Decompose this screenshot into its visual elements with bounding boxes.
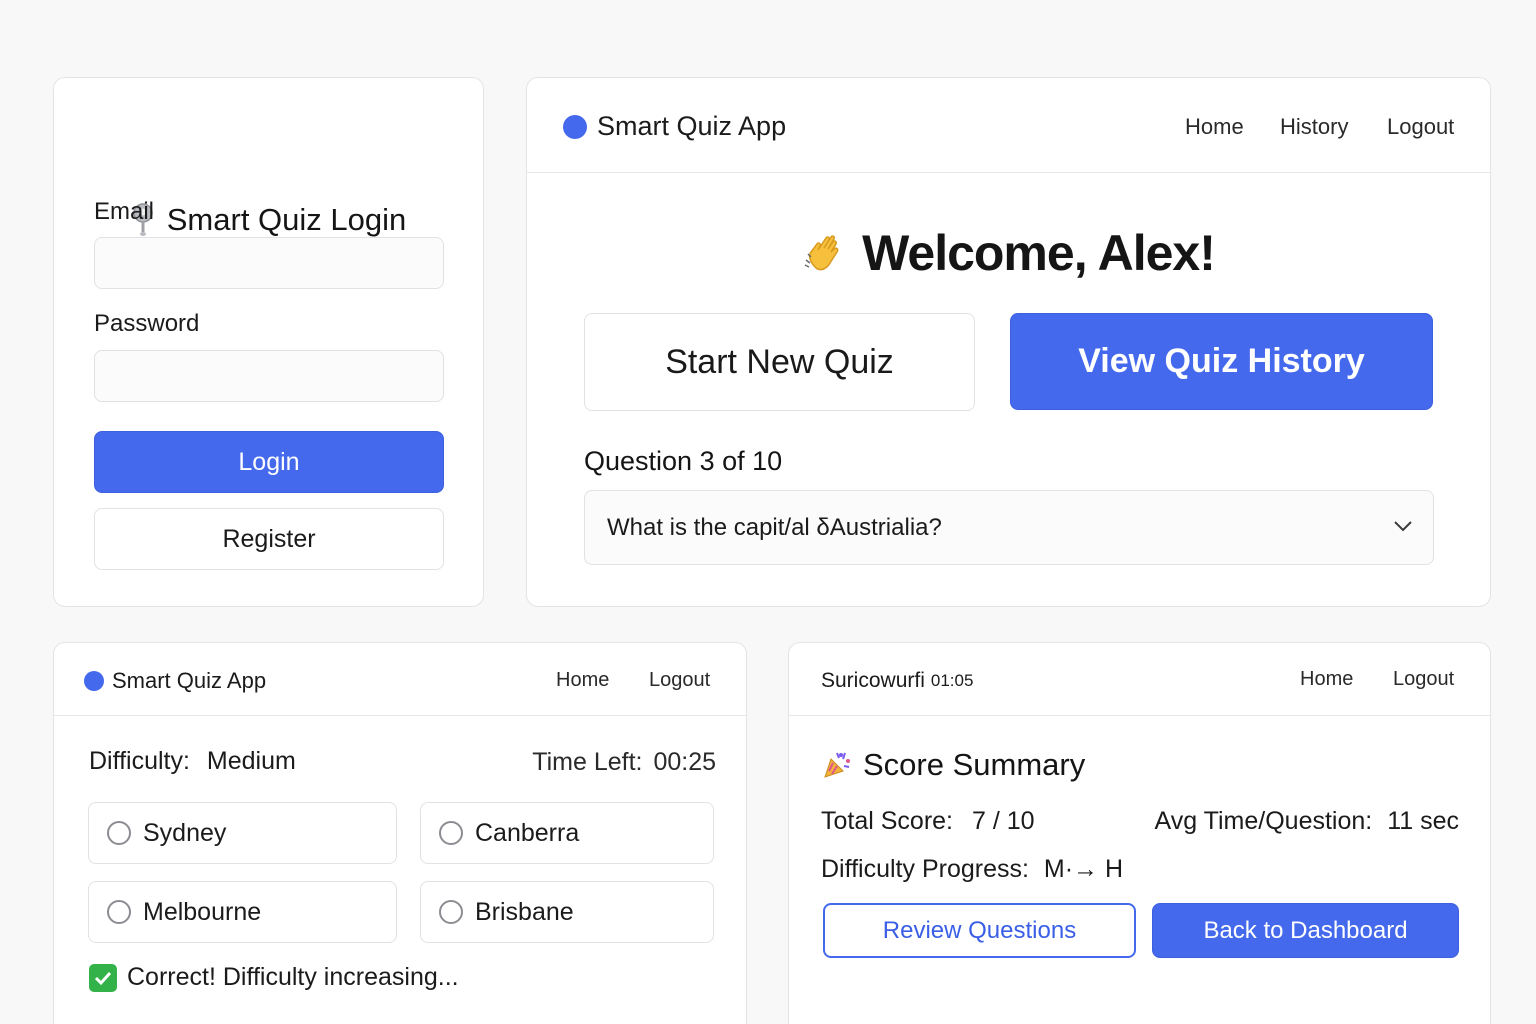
avg-time: Avg Time/Question: 11 sec [1155, 807, 1459, 836]
password-field[interactable] [94, 350, 444, 402]
brand[interactable]: Smart Quiz App [563, 111, 786, 142]
option-label: Brisbane [475, 897, 574, 926]
login-button[interactable]: Login [94, 431, 444, 493]
summary-header-brand: Suricowurfi 01:05 [821, 669, 973, 693]
register-button[interactable]: Register [94, 508, 444, 570]
register-button-label: Register [222, 524, 316, 553]
nav-history[interactable]: History [1280, 114, 1348, 140]
total-score-value: 7 / 10 [971, 807, 1035, 835]
total-score: Total Score: 7 / 10 [821, 807, 1035, 836]
welcome-heading-row: Welcome, Alex! [527, 224, 1490, 282]
difficulty-progress-label: Difficulty Progress: [821, 855, 1029, 883]
login-title: Smart Quiz Login [166, 202, 407, 237]
review-questions-button[interactable]: Review Questions [823, 903, 1136, 958]
review-questions-label: Review Questions [882, 916, 1077, 944]
start-new-quiz-label: Start New Quiz [665, 342, 894, 381]
difficulty-indicator: Difficulty: Medium [89, 747, 296, 776]
difficulty-label: Difficulty: [89, 747, 190, 775]
question-select-value: What is the capit/al δAustrialia? [607, 513, 942, 541]
brand[interactable]: Smart Quiz App [84, 668, 266, 694]
option-melbourne[interactable]: Melbourne [88, 881, 397, 943]
chevron-down-icon [1394, 521, 1412, 532]
avg-time-value: 11 sec [1387, 807, 1459, 835]
back-to-dashboard-button[interactable]: Back to Dashboard [1152, 903, 1459, 958]
nav-logout[interactable]: Logout [1387, 114, 1454, 140]
option-canberra[interactable]: Canberra [420, 802, 714, 864]
login-button-label: Login [238, 447, 300, 476]
view-quiz-history-label: View Quiz History [1078, 342, 1365, 380]
header-timer: 01:05 [930, 671, 974, 690]
check-icon [89, 963, 117, 992]
nav-home[interactable]: Home [1185, 114, 1244, 140]
option-label: Melbourne [143, 897, 262, 926]
nav-home[interactable]: Home [556, 669, 609, 692]
password-label: Password [94, 310, 200, 337]
welcome-heading: Welcome, Alex! [862, 225, 1216, 281]
login-card: Smart Quiz Login Email Password Login Re… [53, 77, 484, 607]
total-score-label: Total Score: [821, 807, 954, 835]
nav-logout[interactable]: Logout [1393, 668, 1454, 691]
feedback-text: Correct! Difficulty increasing... [127, 963, 459, 991]
time-left-label: Time Left: [532, 748, 643, 776]
radio-icon [439, 821, 463, 845]
avg-time-label: Avg Time/Question: [1154, 807, 1373, 835]
option-label: Sydney [143, 818, 227, 847]
time-left-value: 00:25 [653, 748, 716, 776]
option-sydney[interactable]: Sydney [88, 802, 397, 864]
summary-title: Score Summary [863, 747, 1086, 782]
celebration-icon [824, 752, 850, 778]
difficulty-progress: Difficulty Progress: M·→ H [821, 855, 1123, 884]
back-to-dashboard-label: Back to Dashboard [1203, 916, 1408, 944]
question-select[interactable]: What is the capit/al δAustrialia? [584, 490, 1434, 565]
timer: Time Left: 00:25 [532, 748, 716, 777]
nav-logout[interactable]: Logout [649, 669, 710, 692]
view-quiz-history-button[interactable]: View Quiz History [1010, 313, 1433, 410]
email-label: Email [94, 198, 155, 225]
summary-card: Suricowurfi 01:05 Home Logout Score Summ… [788, 642, 1491, 1024]
summary-title-row: Score Summary [821, 747, 1085, 783]
waving-hand-icon [804, 235, 839, 271]
brand-name: Smart Quiz App [597, 111, 787, 141]
radio-icon [107, 821, 131, 845]
dashboard-navbar: Smart Quiz App Home History Logout [527, 78, 1490, 173]
option-label: Canberra [475, 818, 580, 847]
brand-dot-icon [84, 671, 104, 691]
radio-icon [439, 900, 463, 924]
dashboard-card: Smart Quiz App Home History Logout Welco… [526, 77, 1491, 607]
quiz-card: Smart Quiz App Home Logout Difficulty: M… [53, 642, 747, 1024]
difficulty-value: Medium [206, 747, 296, 775]
nav-home[interactable]: Home [1300, 668, 1353, 691]
option-brisbane[interactable]: Brisbane [420, 881, 714, 943]
summary-navbar: Suricowurfi 01:05 Home Logout [789, 643, 1490, 716]
brand-name: Suricowurfi [821, 669, 925, 692]
email-field[interactable] [94, 237, 444, 289]
brand-dot-icon [563, 114, 587, 139]
quiz-navbar: Smart Quiz App Home Logout [54, 643, 746, 716]
brand-name: Smart Quiz App [112, 668, 267, 693]
answer-feedback: Correct! Difficulty increasing... [89, 963, 459, 992]
difficulty-progress-value: M·→ H [1043, 855, 1124, 883]
radio-icon [107, 900, 131, 924]
start-new-quiz-button[interactable]: Start New Quiz [584, 313, 975, 411]
question-counter: Question 3 of 10 [584, 446, 783, 476]
